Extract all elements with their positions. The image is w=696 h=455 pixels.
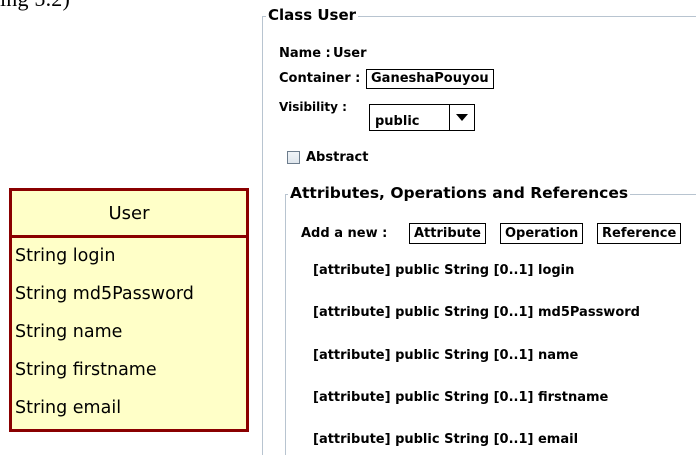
- add-attribute-button[interactable]: Attribute: [409, 223, 486, 244]
- add-new-label: Add a new :: [301, 226, 388, 241]
- attribute-row-email[interactable]: [attribute] public String [0..1] email: [313, 432, 578, 447]
- uml-class-name: User: [12, 191, 246, 238]
- uml-attribute-list: String login String md5Password String n…: [12, 238, 246, 433]
- attribute-row-md5password[interactable]: [attribute] public String [0..1] md5Pass…: [313, 305, 640, 320]
- uml-attribute: String email: [15, 398, 122, 418]
- attribute-row-login[interactable]: [attribute] public String [0..1] login: [313, 263, 574, 278]
- attribute-row-firstname[interactable]: [attribute] public String [0..1] firstna…: [313, 390, 608, 405]
- section-title-class-user: Class User: [266, 6, 359, 24]
- container-field[interactable]: GaneshaPouyou: [366, 69, 494, 89]
- abstract-checkbox[interactable]: [287, 151, 300, 164]
- document-caption-fragment: ing 5.2): [0, 0, 70, 12]
- container-label: Container :: [279, 71, 361, 86]
- chevron-down-icon[interactable]: [449, 105, 474, 130]
- attribute-row-name[interactable]: [attribute] public String [0..1] name: [313, 348, 578, 363]
- abstract-label: Abstract: [306, 150, 369, 165]
- name-label: Name :: [279, 46, 331, 61]
- fieldset-border-left: [262, 16, 263, 455]
- section-title-attributes: Attributes, Operations and References: [288, 184, 631, 202]
- name-value: User: [333, 46, 367, 61]
- add-operation-button[interactable]: Operation: [500, 223, 584, 244]
- uml-attribute: String name: [15, 322, 123, 342]
- visibility-dropdown[interactable]: public: [369, 104, 475, 131]
- uml-class-box: User String login String md5Password Str…: [9, 188, 249, 432]
- visibility-selected-value: public: [375, 114, 420, 129]
- uml-attribute: String firstname: [15, 360, 157, 380]
- visibility-label: Visibility :: [279, 100, 347, 114]
- uml-attribute: String login: [15, 246, 116, 266]
- add-reference-button[interactable]: Reference: [597, 223, 682, 244]
- uml-attribute: String md5Password: [15, 284, 194, 304]
- subsection-border-left: [285, 194, 286, 455]
